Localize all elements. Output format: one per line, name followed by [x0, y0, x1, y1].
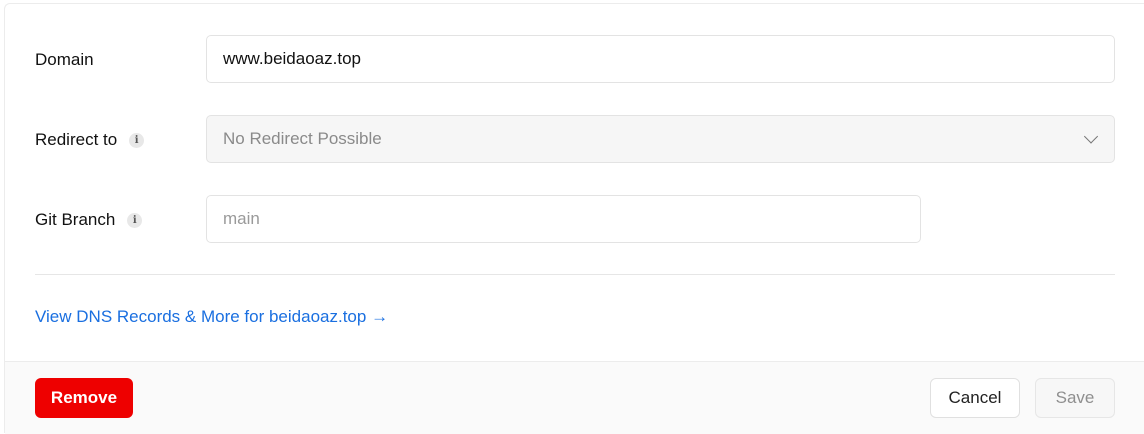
card-footer: Remove Cancel Save	[5, 361, 1144, 434]
domain-input[interactable]: www.beidaoaz.top	[206, 35, 1115, 83]
redirect-label: Redirect to	[35, 130, 118, 149]
info-icon[interactable]: i	[129, 132, 145, 148]
chevron-down-icon	[1083, 129, 1099, 144]
redirect-select[interactable]: No Redirect Possible	[206, 115, 1115, 163]
redirect-select-value: No Redirect Possible	[223, 129, 382, 148]
domain-input-value: www.beidaoaz.top	[223, 49, 361, 68]
domain-label-row: Domain	[35, 35, 94, 85]
git-branch-input[interactable]: main	[206, 195, 921, 243]
redirect-label-row: Redirect to i	[35, 115, 145, 165]
git-branch-label: Git Branch	[35, 210, 116, 229]
git-branch-label-row: Git Branch i	[35, 195, 143, 245]
domain-label: Domain	[35, 50, 94, 69]
git-branch-placeholder: main	[223, 209, 260, 228]
save-button[interactable]: Save	[1035, 378, 1115, 418]
info-icon[interactable]: i	[127, 212, 143, 228]
cancel-button[interactable]: Cancel	[930, 378, 1020, 418]
remove-button[interactable]: Remove	[35, 378, 133, 418]
view-dns-records-link[interactable]: View DNS Records & More for beidaoaz.top…	[35, 307, 388, 327]
divider	[35, 274, 1115, 275]
domain-settings-card: Domain www.beidaoaz.top Redirect to i No…	[4, 3, 1144, 434]
